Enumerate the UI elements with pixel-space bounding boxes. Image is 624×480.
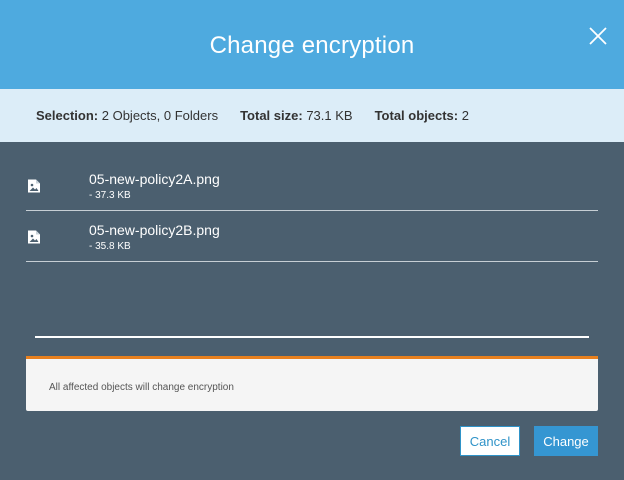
selection-summary-item: Selection: 2 Objects, 0 Folders	[36, 108, 218, 123]
file-list: 05-new-policy2A.png - 37.3 KB 05-new-pol…	[26, 160, 598, 262]
file-name: 05-new-policy2B.png	[89, 222, 220, 238]
encryption-notice: All affected objects will change encrypt…	[26, 356, 598, 411]
file-list-item: 05-new-policy2B.png - 35.8 KB	[26, 211, 598, 262]
dialog-title: Change encryption	[209, 31, 415, 59]
selection-label: Selection:	[36, 108, 99, 123]
close-icon	[589, 27, 607, 45]
close-button[interactable]	[588, 26, 608, 46]
image-file-icon	[28, 230, 40, 244]
total-objects-value: 2	[461, 108, 469, 123]
change-button[interactable]: Change	[534, 426, 598, 456]
file-size: - 35.8 KB	[89, 241, 131, 252]
file-name: 05-new-policy2A.png	[89, 171, 220, 187]
selection-value: 2 Objects, 0 Folders	[101, 108, 219, 123]
total-size-value: 73.1 KB	[306, 108, 353, 123]
cancel-button[interactable]: Cancel	[460, 426, 520, 456]
file-size: - 37.3 KB	[89, 190, 131, 201]
total-size-summary-item: Total size: 73.1 KB	[240, 108, 353, 123]
file-list-item: 05-new-policy2A.png - 37.3 KB	[26, 160, 598, 211]
image-file-icon	[28, 179, 40, 193]
selection-summary: Selection: 2 Objects, 0 Folders Total si…	[0, 89, 624, 142]
dialog-header: Change encryption	[0, 0, 624, 89]
total-size-label: Total size:	[240, 108, 303, 123]
total-objects-summary-item: Total objects: 2	[375, 108, 469, 123]
total-objects-label: Total objects:	[374, 108, 459, 123]
progress-divider	[35, 336, 589, 338]
notice-text: All affected objects will change encrypt…	[49, 382, 234, 393]
